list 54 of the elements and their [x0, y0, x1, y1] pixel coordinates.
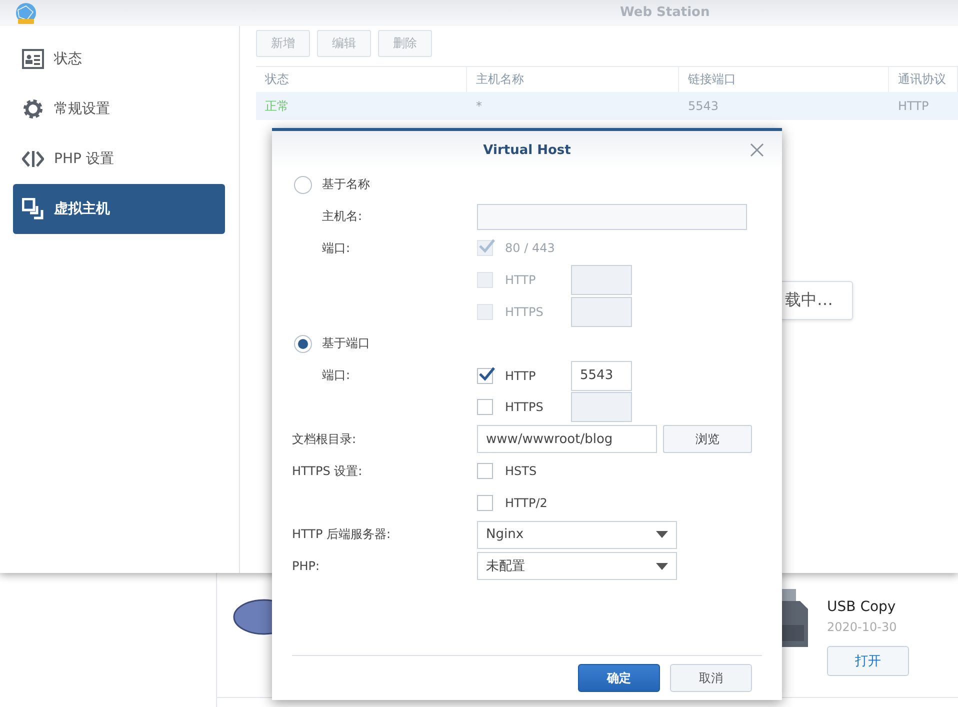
open-button[interactable]: 打开 — [827, 646, 909, 676]
checkbox-label: HTTP — [505, 273, 537, 288]
radio-button[interactable] — [294, 334, 312, 353]
dropdown[interactable]: 未配置 — [477, 552, 677, 580]
sidebar-item[interactable]: 常规设置 — [13, 84, 225, 134]
field-label: 文档根目录: — [292, 432, 356, 446]
caret-icon — [656, 531, 668, 538]
field-label: HTTPS 设置: — [292, 464, 362, 478]
window-title: Web Station — [620, 5, 710, 20]
checkbox[interactable] — [477, 368, 493, 384]
dropdown[interactable]: Nginx — [477, 520, 677, 549]
field-label: HTTP 后端服务器: — [292, 527, 391, 542]
checkbox-label: HTTP/2 — [505, 496, 548, 510]
app-date: 2020-10-30 — [827, 620, 897, 634]
radio-label: 基于端口 — [322, 335, 370, 352]
field-label: 主机名: — [322, 209, 362, 224]
squares-icon — [22, 198, 44, 220]
close-icon[interactable] — [750, 143, 764, 157]
code-icon — [22, 149, 44, 169]
app-name: USB Copy — [827, 599, 896, 615]
checkbox-label: HSTS — [505, 464, 538, 478]
sidebar-item[interactable]: 状态 — [13, 34, 225, 84]
table-cell-text: 正常 — [264, 98, 290, 114]
caret-icon — [656, 562, 668, 570]
sidebar-item[interactable]: 虚拟主机 — [13, 184, 225, 234]
settings-icon — [22, 98, 44, 120]
ok-button[interactable]: 确定 — [578, 664, 660, 692]
field-label: 端口: — [322, 240, 350, 255]
checkbox-label: HTTPS — [505, 400, 544, 414]
dialog-title: Virtual Host — [483, 142, 571, 158]
globe-icon — [14, 2, 38, 26]
checkbox-label: HTTP — [505, 368, 537, 383]
sidebar-item[interactable]: PHP 设置 — [13, 134, 225, 184]
table-cell-text: HTTP — [897, 99, 930, 113]
sd-card-icon — [782, 589, 810, 649]
field-label: 端口: — [322, 368, 350, 382]
browse-button[interactable]: 浏览 — [663, 425, 752, 454]
checkbox-label: HTTPS — [505, 305, 544, 320]
table-cell-text: 5543 — [687, 99, 720, 113]
ellipse-logo-icon — [233, 599, 272, 635]
port-field[interactable]: 5543 — [571, 360, 632, 391]
checkbox[interactable] — [477, 463, 493, 480]
field-label: PHP: — [292, 559, 320, 574]
radio-button[interactable] — [294, 176, 312, 194]
checkbox-label: 80 / 443 — [505, 241, 556, 256]
input-field[interactable] — [477, 204, 747, 230]
path-field[interactable]: www/wwwroot/blog — [477, 425, 657, 454]
cancel-button[interactable]: 取消 — [670, 664, 752, 692]
radio-label: 基于名称 — [322, 176, 370, 194]
table-cell-text: * — [475, 99, 483, 113]
loading-text: 载中… — [785, 290, 833, 311]
checkbox[interactable] — [477, 399, 493, 416]
id-card-icon — [22, 49, 44, 69]
checkbox[interactable] — [477, 494, 493, 511]
